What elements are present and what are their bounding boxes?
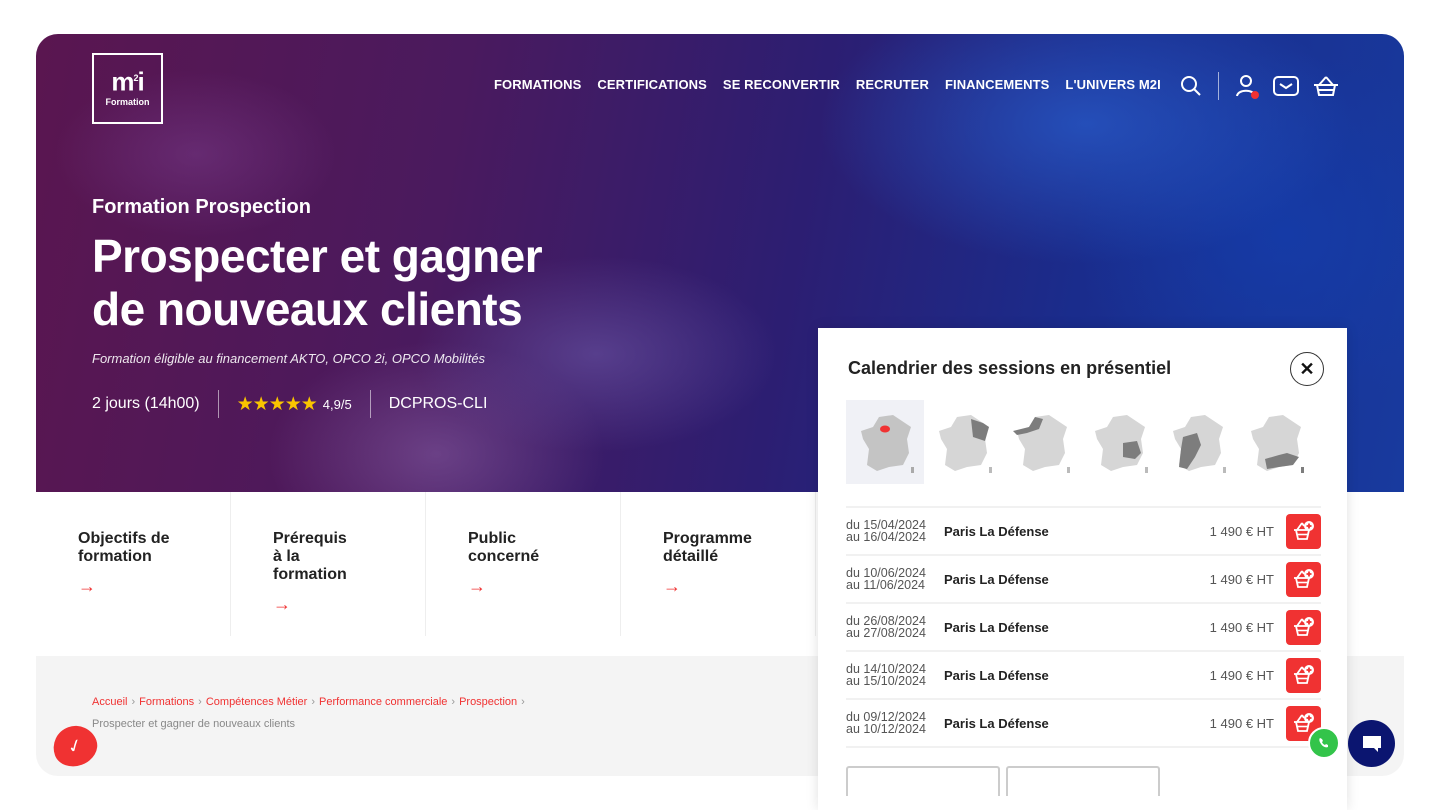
nav-formations[interactable]: FORMATIONS bbox=[494, 77, 581, 92]
session-price: 1 490 € HT bbox=[1209, 523, 1274, 539]
breadcrumb-separator: › bbox=[311, 696, 316, 708]
add-to-cart-icon bbox=[1293, 617, 1314, 636]
popup-action-button[interactable] bbox=[846, 766, 1000, 796]
rating-stars-icon: ★★★★★ bbox=[236, 393, 318, 415]
map-region-occitanie-paca[interactable] bbox=[1236, 400, 1314, 484]
tab-label: Programme détaillé bbox=[663, 530, 752, 565]
map-region-nouvelle-aquitaine[interactable] bbox=[1158, 400, 1236, 484]
session-location: Paris La Défense bbox=[944, 619, 1049, 635]
map-region-ile-de-france[interactable] bbox=[846, 400, 924, 484]
tab-label: Objectifs de formation bbox=[78, 530, 170, 565]
add-to-cart-button[interactable] bbox=[1286, 513, 1321, 549]
user-icon[interactable] bbox=[1233, 73, 1259, 99]
session-dates: du 15/04/2024 au 16/04/2024 bbox=[846, 518, 926, 544]
session-row: du 15/04/2024 au 16/04/2024 Paris La Défe… bbox=[846, 506, 1321, 554]
breadcrumb-separator: › bbox=[521, 696, 525, 708]
session-location: Paris La Défense bbox=[944, 523, 1049, 539]
tab-public[interactable]: Public concerné → bbox=[426, 492, 621, 636]
chat-icon[interactable] bbox=[1348, 720, 1395, 767]
add-to-cart-icon bbox=[1293, 713, 1314, 732]
add-to-cart-button[interactable] bbox=[1286, 609, 1321, 645]
nav-recruter[interactable]: RECRUTER bbox=[856, 77, 929, 92]
page-title: Prospecter et gagner de nouveaux clients bbox=[92, 230, 543, 335]
map-region-grand-est[interactable] bbox=[924, 400, 1002, 484]
course-meta: 2 jours (14h00) ★★★★★ 4,9/5 DCPROS-CLI bbox=[92, 390, 487, 418]
nav-certifications[interactable]: CERTIFICATIONS bbox=[597, 77, 707, 92]
funding-eligibility: Formation éligible au financement AKTO, … bbox=[92, 351, 486, 366]
course-duration: 2 jours (14h00) bbox=[92, 395, 200, 412]
notification-dot bbox=[1251, 91, 1259, 99]
add-to-cart-icon bbox=[1293, 569, 1314, 588]
breadcrumb-separator: › bbox=[198, 696, 202, 708]
session-dates: du 10/06/2024 au 11/06/2024 bbox=[846, 566, 926, 592]
nav-univers-m2i[interactable]: L'UNIVERS M2I bbox=[1065, 77, 1160, 92]
map-region-auvergne-rhone-alpes[interactable] bbox=[1080, 400, 1158, 484]
popup-action-button[interactable] bbox=[1006, 766, 1160, 796]
session-row: du 10/06/2024 au 11/06/2024 Paris La Défe… bbox=[846, 554, 1321, 602]
m2i-logo[interactable]: m2i Formation bbox=[92, 53, 163, 124]
breadcrumb-separator: › bbox=[131, 696, 136, 708]
course-code: DCPROS-CLI bbox=[388, 395, 488, 412]
tab-objectifs[interactable]: Objectifs de formation → bbox=[36, 492, 231, 636]
breadcrumb-current: Prospecter et gagner de nouveaux clients bbox=[92, 718, 296, 730]
logo-subtitle: Formation bbox=[105, 96, 150, 107]
arrow-right-icon: → bbox=[468, 576, 486, 596]
whatsapp-icon[interactable] bbox=[1308, 727, 1340, 759]
session-row: du 26/08/2024 au 27/08/2024 Paris La Défe… bbox=[846, 602, 1321, 650]
session-dates: du 26/08/2024 au 27/08/2024 bbox=[846, 614, 926, 640]
close-icon[interactable]: ✕ bbox=[1290, 352, 1324, 386]
session-row: du 09/12/2024 au 10/12/2024 Paris La Défe… bbox=[846, 698, 1321, 746]
add-to-cart-icon bbox=[1293, 665, 1314, 684]
arrow-right-icon: → bbox=[78, 576, 96, 596]
breadcrumb-accueil[interactable]: Accueil bbox=[92, 696, 127, 708]
session-price: 1 490 € HT bbox=[1209, 715, 1274, 731]
list-divider bbox=[846, 746, 1321, 748]
tab-label: Public concerné bbox=[468, 530, 540, 565]
arrow-right-icon: → bbox=[663, 576, 681, 596]
session-price: 1 490 € HT bbox=[1209, 667, 1274, 683]
session-location: Paris La Défense bbox=[944, 571, 1049, 587]
header-icons bbox=[1178, 72, 1339, 100]
session-price: 1 490 € HT bbox=[1209, 571, 1274, 587]
nav-financements[interactable]: FINANCEMENTS bbox=[945, 77, 1049, 92]
search-icon[interactable] bbox=[1178, 73, 1204, 99]
breadcrumb-prospection[interactable]: Prospection bbox=[459, 696, 517, 708]
sessions-calendar-popup: Calendrier des sessions en présentiel ✕ … bbox=[818, 328, 1347, 810]
sessions-list: du 15/04/2024 au 16/04/2024 Paris La Défe… bbox=[846, 506, 1321, 748]
session-dates: du 14/10/2024 au 15/10/2024 bbox=[846, 662, 926, 688]
session-location: Paris La Défense bbox=[944, 715, 1049, 731]
mail-icon[interactable] bbox=[1273, 73, 1299, 99]
basket-icon[interactable] bbox=[1313, 73, 1339, 99]
tab-prerequis[interactable]: Prérequis à la formation → bbox=[231, 492, 426, 636]
breadcrumb-formations[interactable]: Formations bbox=[139, 696, 194, 708]
breadcrumb-performance[interactable]: Performance commerciale bbox=[319, 696, 447, 708]
popup-title: Calendrier des sessions en présentiel bbox=[848, 358, 1172, 378]
session-price: 1 490 € HT bbox=[1209, 619, 1274, 635]
session-location: Paris La Défense bbox=[944, 667, 1049, 683]
tab-label: Prérequis à la formation bbox=[273, 530, 347, 583]
arrow-right-icon: → bbox=[273, 594, 291, 614]
session-row: du 14/10/2024 au 15/10/2024 Paris La Défe… bbox=[846, 650, 1321, 698]
icon-divider bbox=[1218, 72, 1219, 100]
add-to-cart-button[interactable] bbox=[1286, 657, 1321, 693]
region-map-selector bbox=[846, 400, 1314, 484]
add-to-cart-icon bbox=[1293, 521, 1314, 540]
nav-se-reconvertir[interactable]: SE RECONVERTIR bbox=[723, 77, 840, 92]
rating-value: 4,9/5 bbox=[322, 396, 352, 412]
logo-mark: m2i bbox=[111, 66, 144, 97]
session-dates: du 09/12/2024 au 10/12/2024 bbox=[846, 710, 926, 736]
course-category: Formation Prospection bbox=[92, 196, 311, 218]
meta-divider bbox=[217, 390, 219, 418]
tab-programme[interactable]: Programme détaillé → bbox=[621, 492, 816, 636]
breadcrumb-competences[interactable]: Compétences Métier bbox=[206, 696, 308, 708]
main-nav: FORMATIONS CERTIFICATIONS SE RECONVERTIR… bbox=[494, 77, 1161, 92]
add-to-cart-button[interactable] bbox=[1286, 561, 1321, 597]
breadcrumb: Accueil › Formations › Compétences Métier › Pe… bbox=[92, 696, 529, 708]
meta-divider bbox=[369, 390, 371, 418]
breadcrumb-separator: › bbox=[451, 696, 456, 708]
map-region-normandie[interactable] bbox=[1002, 400, 1080, 484]
